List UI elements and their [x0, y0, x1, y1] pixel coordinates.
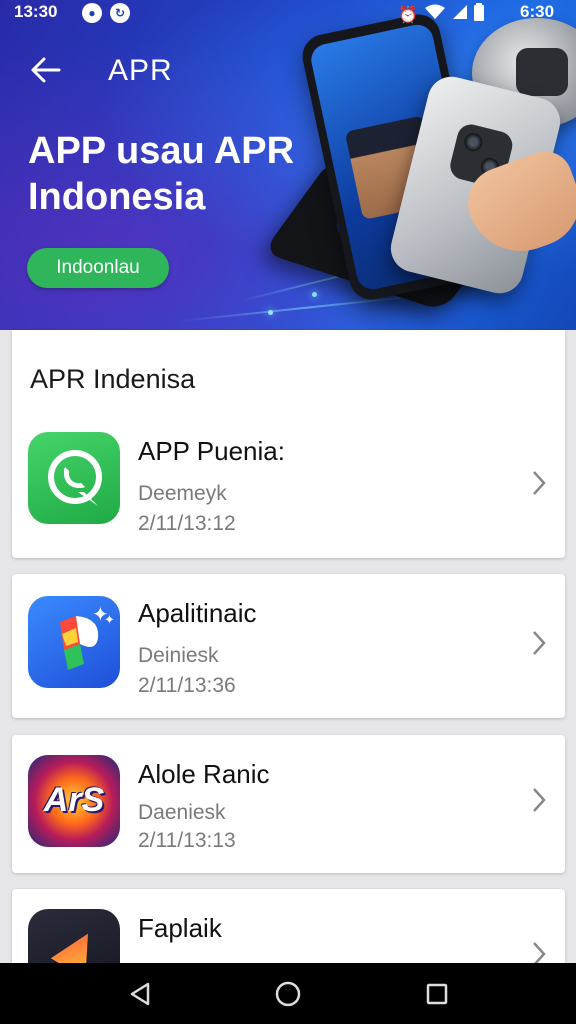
hero-banner: 13:30 ● ↻ ⏰ 6:30 APR APP usau APR Indone…	[0, 0, 576, 330]
list-item[interactable]: ✦ ✦ Apalitinaic Deiniesk 2/11/13:36	[12, 574, 565, 718]
status-bar: 13:30 ● ↻ ⏰ 6:30	[0, 0, 576, 26]
hero-title-line2: Indonesia	[28, 176, 206, 218]
sparkle-dot	[268, 310, 273, 315]
sparkle-dot	[312, 292, 317, 297]
back-arrow-icon[interactable]	[30, 56, 62, 84]
app-subtitle: Deemeyk	[138, 482, 227, 505]
chevron-right-icon	[531, 787, 547, 813]
list-item[interactable]: APP Puenia: Deemeyk 2/11/13:12	[12, 420, 565, 558]
hero-title: APP usau APR Indonesia	[28, 128, 328, 220]
status-time-right: 6:30	[520, 2, 555, 21]
chevron-right-icon	[531, 630, 547, 656]
app-name: Faplaik	[138, 913, 222, 943]
app-date: 2/11/13:12	[138, 512, 236, 535]
chevron-right-icon	[531, 470, 547, 496]
alarm-icon: ⏰	[398, 6, 418, 24]
triangle-back-icon[interactable]	[128, 981, 154, 1007]
app-name: Alole Ranic	[138, 759, 270, 789]
colorful-p-icon: ✦ ✦	[28, 596, 120, 688]
signal-icon	[452, 4, 468, 25]
list-item[interactable]: ArS Alole Ranic Daeniesk 2/11/13:13	[12, 735, 565, 873]
square-recents-icon[interactable]	[424, 981, 450, 1007]
hero-cta-button[interactable]: Indoonlau	[27, 248, 169, 288]
app-subtitle: Deiniesk	[138, 644, 219, 667]
app-name: Apalitinaic	[138, 598, 257, 628]
sync-icon: ↻	[110, 3, 130, 23]
circle-home-icon[interactable]	[275, 981, 301, 1007]
star-icon: ✦	[104, 612, 115, 627]
app-date: 2/11/13:36	[138, 674, 236, 697]
app-subtitle: Daeniesk	[138, 801, 226, 824]
app-name: APP Puenia:	[138, 436, 285, 466]
record-icon: ●	[82, 3, 102, 23]
whatsapp-icon	[28, 432, 120, 524]
system-nav-bar	[0, 963, 576, 1024]
ars-game-icon: ArS	[28, 755, 120, 847]
hero-title-line1: APP usau APR	[28, 130, 295, 172]
app-date: 2/11/13:13	[138, 829, 236, 852]
app-bar-title: APR	[108, 54, 173, 87]
battery-icon	[473, 3, 484, 26]
section-title: APR Indenisa	[30, 364, 196, 394]
status-time: 13:30	[14, 2, 58, 21]
app-list-section: APR Indenisa APP Puenia: Deemeyk 2/11/13…	[12, 330, 565, 558]
wifi-icon	[424, 4, 446, 25]
